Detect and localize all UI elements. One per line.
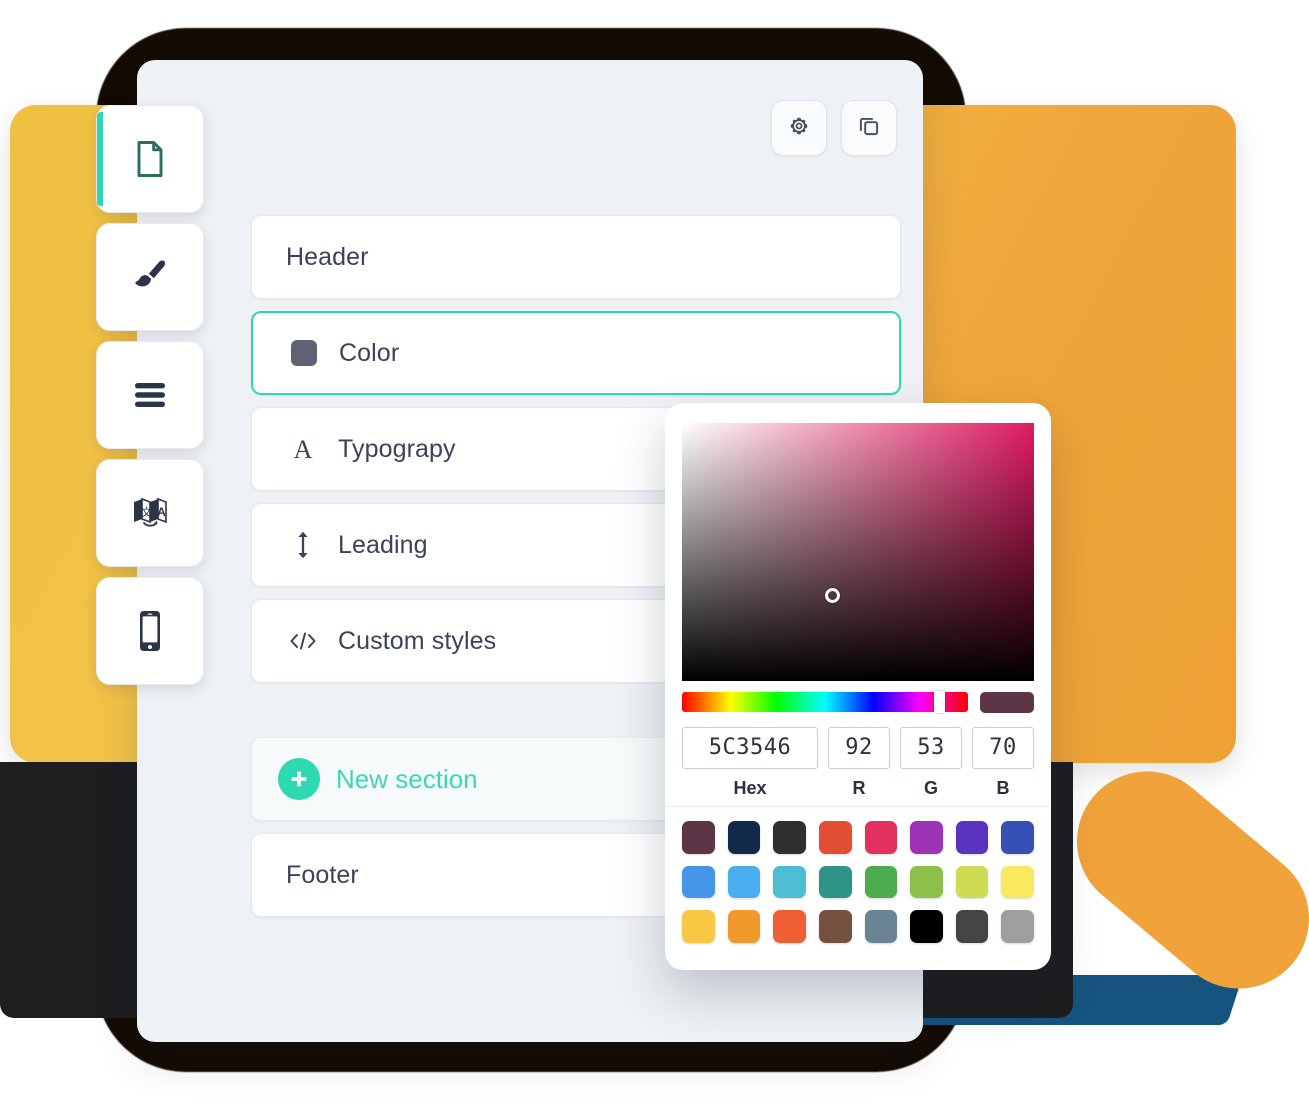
- panel-toolbar: [771, 100, 897, 156]
- preset-swatch[interactable]: [727, 865, 761, 899]
- hex-field-group: 5C3546 Hex: [682, 727, 818, 799]
- blue-input[interactable]: 70: [972, 727, 1034, 769]
- translate-icon: 文 A: [127, 490, 173, 536]
- row-color[interactable]: Color: [251, 311, 901, 395]
- color-value-fields: 5C3546 Hex 92 R 53 G 70 B: [682, 727, 1034, 799]
- blue-label: B: [996, 778, 1010, 798]
- current-color-preview: [980, 691, 1034, 713]
- brush-icon: [127, 254, 173, 300]
- hamburger-menu-icon: [128, 379, 172, 411]
- preset-swatch[interactable]: [910, 910, 943, 943]
- green-input[interactable]: 53: [900, 727, 962, 769]
- typography-a-icon: A: [286, 434, 320, 464]
- sidebar-item-brush[interactable]: [96, 223, 204, 331]
- duplicate-button[interactable]: [841, 100, 897, 156]
- sidebar-item-mobile[interactable]: [96, 577, 204, 685]
- preset-swatch[interactable]: [910, 821, 943, 854]
- row-label: Footer: [286, 860, 359, 889]
- preset-swatch[interactable]: [955, 865, 989, 899]
- row-label: Typograpy: [338, 434, 456, 463]
- saturation-value-cursor[interactable]: [824, 587, 840, 603]
- preset-swatch[interactable]: [818, 910, 852, 943]
- svg-text:A: A: [157, 505, 166, 519]
- preset-swatch[interactable]: [773, 821, 806, 854]
- preset-swatch[interactable]: [818, 865, 852, 899]
- color-swatch-icon: [287, 340, 321, 366]
- mobile-preview-icon: [135, 608, 165, 654]
- row-label: Header: [286, 242, 369, 271]
- new-section-label: New section: [336, 763, 478, 794]
- hex-label: Hex: [733, 778, 767, 798]
- sidebar-item-menu[interactable]: [96, 341, 204, 449]
- preset-swatch[interactable]: [773, 865, 806, 899]
- settings-button[interactable]: [771, 100, 827, 156]
- blue-field-group: 70 B: [972, 727, 1034, 799]
- screenshot-stage: Header Color A Typograpy Leading Custom …: [0, 0, 1309, 1118]
- preset-swatch[interactable]: [864, 821, 898, 854]
- preset-swatch[interactable]: [682, 910, 715, 943]
- row-label: Color: [339, 338, 400, 367]
- saturation-value-area[interactable]: [682, 423, 1034, 681]
- preset-swatch-grid: [682, 821, 1034, 943]
- color-picker-popover: 5C3546 Hex 92 R 53 G 70 B: [665, 403, 1051, 970]
- red-field-group: 92 R: [828, 727, 890, 799]
- plus-circle-icon: [278, 758, 320, 800]
- code-brackets-icon: [286, 629, 320, 653]
- hue-row: [682, 691, 1034, 713]
- gear-icon: [787, 114, 811, 143]
- green-label: G: [923, 778, 938, 798]
- leading-arrow-icon: [286, 530, 320, 560]
- preset-swatch[interactable]: [727, 910, 761, 943]
- svg-text:文: 文: [141, 505, 152, 519]
- document-icon: [128, 137, 172, 181]
- tool-sidebar: 文 A: [96, 105, 204, 695]
- preset-swatch[interactable]: [1001, 910, 1034, 943]
- copy-layers-icon: [856, 113, 882, 144]
- preset-swatch[interactable]: [682, 865, 715, 899]
- sidebar-item-translate[interactable]: 文 A: [96, 459, 204, 567]
- red-input[interactable]: 92: [828, 727, 890, 769]
- green-field-group: 53 G: [900, 727, 962, 799]
- preset-swatch[interactable]: [727, 821, 761, 854]
- preset-swatch[interactable]: [955, 910, 989, 943]
- preset-swatch[interactable]: [773, 910, 806, 943]
- row-header[interactable]: Header: [251, 215, 901, 299]
- row-label: Custom styles: [338, 626, 497, 655]
- preset-swatch[interactable]: [682, 821, 715, 854]
- picker-divider: [665, 806, 1051, 807]
- preset-swatch[interactable]: [910, 865, 943, 899]
- sidebar-item-document[interactable]: [96, 105, 204, 213]
- preset-swatch[interactable]: [1001, 865, 1034, 899]
- row-label: Leading: [338, 530, 428, 559]
- preset-swatch[interactable]: [1001, 821, 1034, 854]
- preset-swatch[interactable]: [864, 910, 898, 943]
- preset-swatch[interactable]: [864, 865, 898, 899]
- hue-slider[interactable]: [682, 691, 968, 713]
- hue-slider-handle[interactable]: [933, 691, 945, 713]
- svg-text:A: A: [294, 435, 313, 464]
- red-label: R: [852, 778, 866, 798]
- preset-swatch[interactable]: [818, 821, 852, 854]
- hex-input[interactable]: 5C3546: [682, 727, 818, 769]
- preset-swatch[interactable]: [955, 821, 989, 854]
